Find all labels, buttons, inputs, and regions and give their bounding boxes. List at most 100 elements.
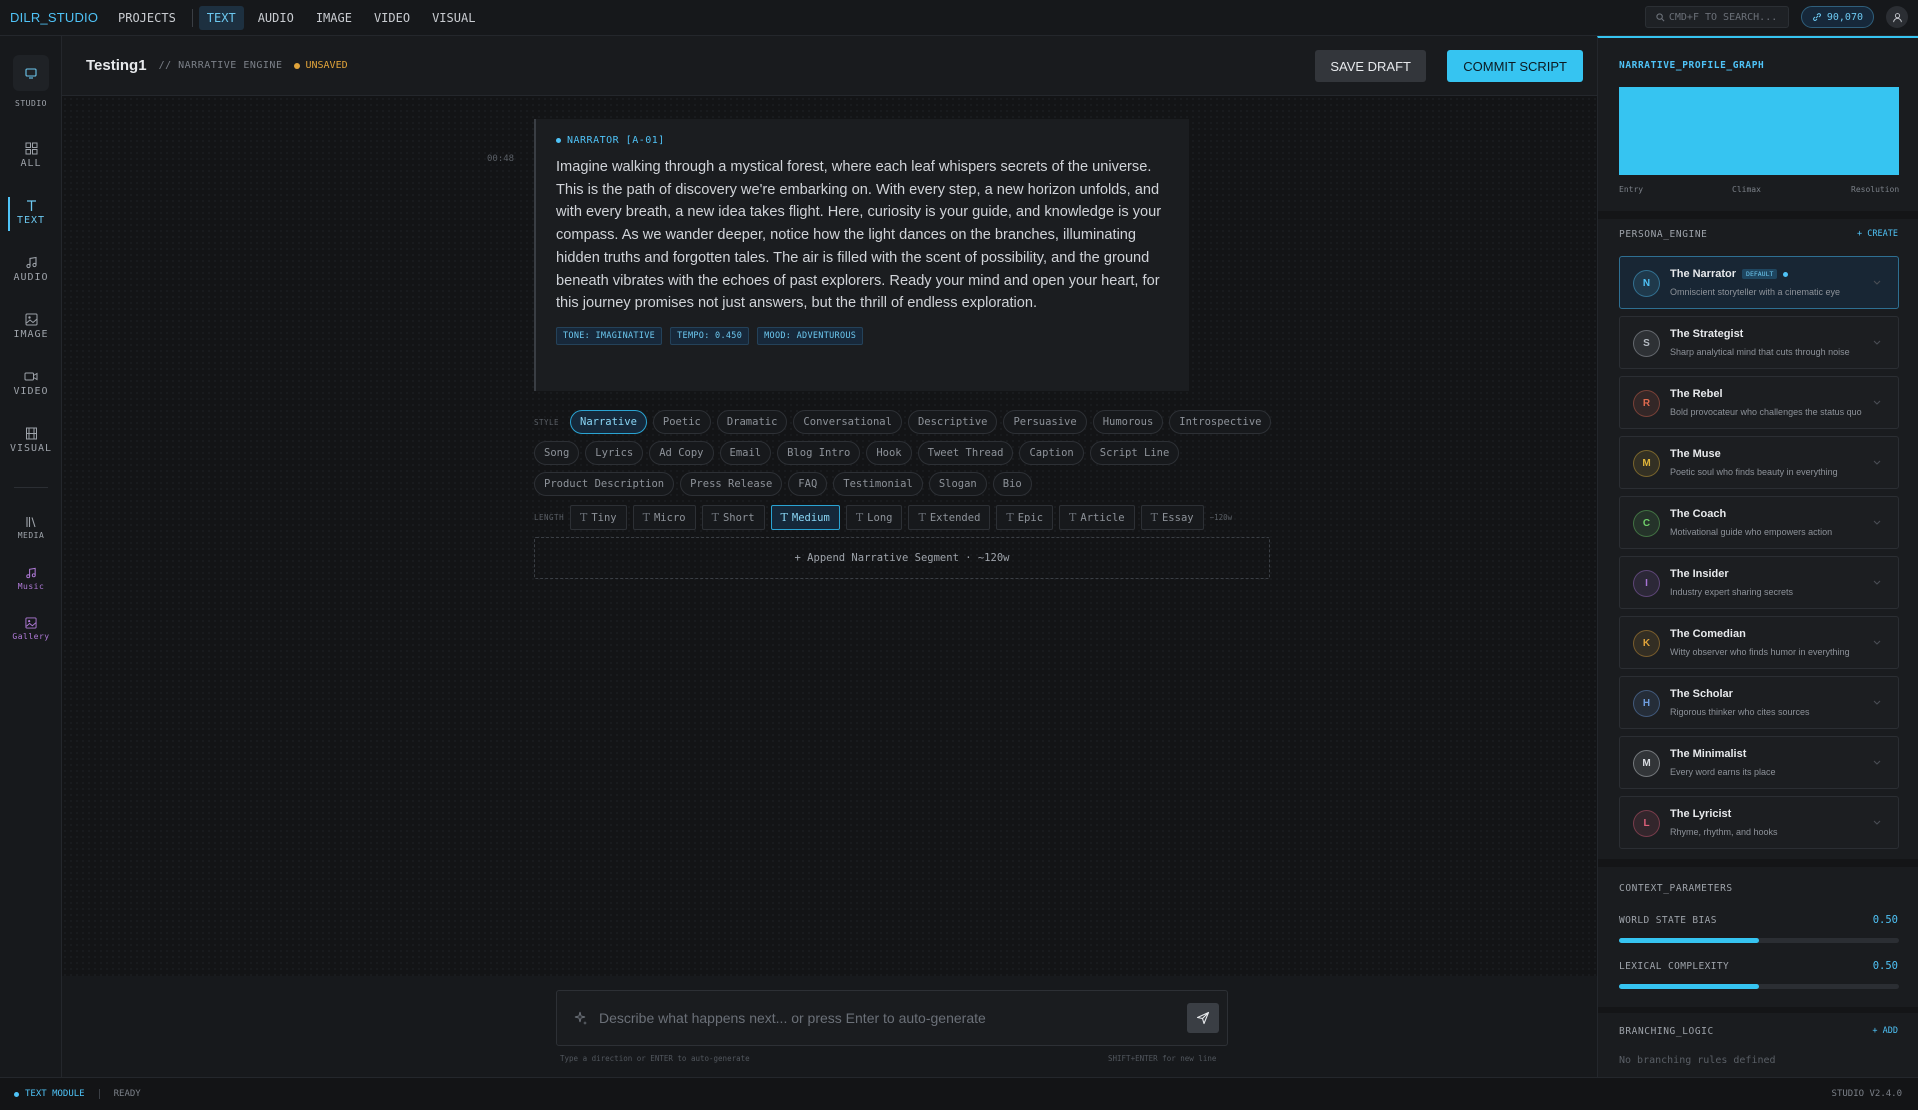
persona-name-row: The Strategist bbox=[1670, 328, 1743, 340]
style-chip[interactable]: Product Description bbox=[534, 472, 675, 496]
nav-text[interactable]: TEXT bbox=[198, 5, 244, 30]
persona-name: The Scholar bbox=[1670, 688, 1733, 700]
chevron-down-icon[interactable] bbox=[1872, 397, 1882, 407]
chevron-down-icon[interactable] bbox=[1872, 277, 1882, 287]
length-chip-label: Medium bbox=[791, 512, 830, 524]
persona-card[interactable]: I The Insider Industry expert sharing secr… bbox=[1619, 556, 1899, 609]
world-state-bias-slider[interactable] bbox=[1619, 938, 1899, 943]
chevron-down-icon[interactable] bbox=[1872, 457, 1882, 467]
append-segment-button[interactable]: + Append Narrative Segment · ~120w bbox=[534, 537, 1270, 579]
nav-video[interactable]: VIDEO bbox=[366, 6, 418, 30]
rail-all[interactable]: ALL bbox=[0, 142, 62, 169]
persona-card[interactable]: C The Coach Motivational guide who empower… bbox=[1619, 496, 1899, 549]
style-chip[interactable]: Dramatic bbox=[716, 410, 788, 434]
add-branch-button[interactable]: + ADD bbox=[1872, 1026, 1898, 1036]
rail-image[interactable]: IMAGE bbox=[0, 313, 62, 340]
brand-logo[interactable]: DILR_STUDIO bbox=[10, 10, 110, 25]
chevron-down-icon[interactable] bbox=[1872, 757, 1882, 767]
style-chip[interactable]: Script Line bbox=[1089, 441, 1180, 465]
profile-graph-title: NARRATIVE_PROFILE_GRAPH bbox=[1619, 60, 1765, 71]
chevron-down-icon[interactable] bbox=[1872, 577, 1882, 587]
style-chip[interactable]: Hook bbox=[866, 441, 912, 465]
style-chip[interactable]: Persuasive bbox=[1003, 410, 1087, 434]
rail-gallery[interactable]: Gallery bbox=[0, 617, 62, 641]
persona-card[interactable]: L The Lyricist Rhyme, rhythm, and hooks bbox=[1619, 796, 1899, 849]
length-chip[interactable]: T Short bbox=[701, 505, 765, 530]
style-chip[interactable]: Ad Copy bbox=[649, 441, 714, 465]
user-avatar[interactable] bbox=[1886, 6, 1908, 28]
save-draft-button[interactable]: SAVE DRAFT bbox=[1315, 50, 1426, 82]
length-chip[interactable]: T Epic bbox=[996, 505, 1054, 530]
style-chip[interactable]: Testimonial bbox=[833, 472, 923, 496]
persona-card[interactable]: S The Strategist Sharp analytical mind tha… bbox=[1619, 316, 1899, 369]
nav-image[interactable]: IMAGE bbox=[308, 6, 360, 30]
chevron-down-icon[interactable] bbox=[1872, 817, 1882, 827]
persona-card[interactable]: N The Narrator DEFAULT Omniscient storytell… bbox=[1619, 256, 1899, 309]
create-persona-button[interactable]: + CREATE bbox=[1857, 229, 1898, 239]
persona-card[interactable]: M The Muse Poetic soul who finds beauty in… bbox=[1619, 436, 1899, 489]
prompt-hint-right: SHIFT+ENTER for new line bbox=[1108, 1054, 1217, 1063]
style-chip[interactable]: Bio bbox=[992, 472, 1032, 496]
rail-media[interactable]: MEDIA bbox=[0, 516, 62, 540]
style-chip[interactable]: Conversational bbox=[793, 410, 902, 434]
persona-card[interactable]: H The Scholar Rigorous thinker who cites s… bbox=[1619, 676, 1899, 729]
nav-projects[interactable]: PROJECTS bbox=[110, 6, 184, 30]
style-chip[interactable]: Caption bbox=[1019, 441, 1084, 465]
profile-graph[interactable] bbox=[1619, 87, 1899, 175]
search-input[interactable]: CMD+F TO SEARCH... bbox=[1644, 6, 1789, 28]
persona-card[interactable]: M The Minimalist Every word earns its plac… bbox=[1619, 736, 1899, 789]
chevron-down-icon[interactable] bbox=[1872, 697, 1882, 707]
rail-text[interactable]: TEXT bbox=[0, 197, 62, 231]
segment-text[interactable]: Imagine walking through a mystical fores… bbox=[556, 156, 1169, 315]
narrative-segment[interactable]: NARRATOR [A-01] Imagine walking through … bbox=[534, 119, 1189, 391]
module-indicator: TEXT MODULE bbox=[14, 1089, 85, 1099]
style-chip[interactable]: Press Release bbox=[680, 472, 783, 496]
style-chip[interactable]: Poetic bbox=[652, 410, 711, 434]
style-chip[interactable]: Tweet Thread bbox=[917, 441, 1014, 465]
rail-visual[interactable]: VISUAL bbox=[0, 427, 62, 454]
film-icon bbox=[25, 427, 37, 440]
send-button[interactable] bbox=[1187, 1003, 1219, 1033]
nav-audio[interactable]: AUDIO bbox=[250, 6, 302, 30]
style-chip[interactable]: Email bbox=[719, 441, 772, 465]
style-chip[interactable]: Introspective bbox=[1169, 410, 1272, 434]
style-chip[interactable]: Slogan bbox=[928, 472, 987, 496]
rail-video[interactable]: VIDEO bbox=[0, 370, 62, 397]
style-chip[interactable]: Song bbox=[534, 441, 580, 465]
style-chip[interactable]: FAQ bbox=[788, 472, 828, 496]
style-chip[interactable]: Descriptive bbox=[907, 410, 998, 434]
persona-card[interactable]: R The Rebel Bold provocateur who challenge… bbox=[1619, 376, 1899, 429]
persona-description: Bold provocateur who challenges the stat… bbox=[1670, 407, 1862, 417]
chevron-down-icon[interactable] bbox=[1872, 637, 1882, 647]
length-chip[interactable]: T Micro bbox=[632, 505, 696, 530]
style-chip[interactable]: Lyrics bbox=[585, 441, 644, 465]
rail-music[interactable]: Music bbox=[0, 567, 62, 591]
chevron-down-icon[interactable] bbox=[1872, 337, 1882, 347]
length-chip[interactable]: T Medium bbox=[770, 505, 840, 530]
direction-input[interactable]: Describe what happens next... or press E… bbox=[556, 990, 1228, 1046]
persona-avatar: L bbox=[1633, 810, 1660, 837]
rail-audio[interactable]: AUDIO bbox=[0, 256, 62, 283]
credits-badge[interactable]: 90,070 bbox=[1800, 6, 1874, 28]
mood-tag: MOOD: ADVENTUROUS bbox=[757, 326, 864, 345]
lexical-complexity-slider[interactable] bbox=[1619, 984, 1899, 989]
text-size-icon: T bbox=[855, 511, 864, 524]
length-chip[interactable]: T Extended bbox=[908, 505, 991, 530]
length-chip[interactable]: T Tiny bbox=[570, 505, 627, 530]
persona-card[interactable]: K The Comedian Witty observer who finds hu… bbox=[1619, 616, 1899, 669]
style-chip[interactable]: Narrative bbox=[570, 410, 647, 434]
persona-avatar: N bbox=[1633, 270, 1660, 297]
commit-script-button[interactable]: COMMIT SCRIPT bbox=[1447, 50, 1583, 82]
length-chip[interactable]: T Essay bbox=[1140, 505, 1204, 530]
search-placeholder: CMD+F TO SEARCH... bbox=[1668, 11, 1778, 23]
module-dot bbox=[14, 1091, 19, 1097]
style-chip[interactable]: Blog Intro bbox=[777, 441, 861, 465]
document-title[interactable]: Testing1 bbox=[86, 57, 147, 74]
style-chip[interactable]: Humorous bbox=[1092, 410, 1164, 434]
length-chip-label: Long bbox=[867, 512, 893, 524]
chevron-down-icon[interactable] bbox=[1872, 517, 1882, 527]
rail-studio[interactable]: STUDIO bbox=[0, 55, 62, 108]
nav-visual[interactable]: VISUAL bbox=[424, 6, 483, 30]
length-chip[interactable]: T Long bbox=[845, 505, 903, 530]
length-chip[interactable]: T Article bbox=[1059, 505, 1135, 530]
